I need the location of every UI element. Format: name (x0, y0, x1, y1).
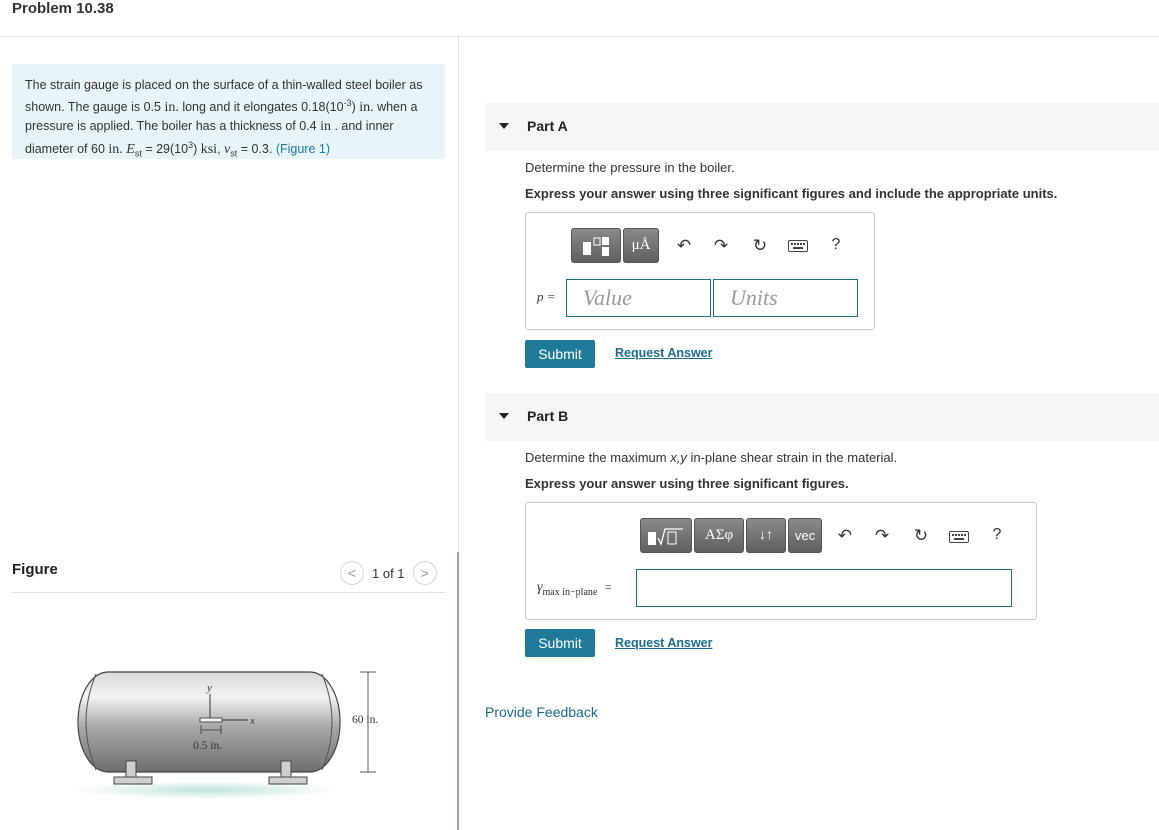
keyboard-icon[interactable] (787, 237, 809, 257)
value-input[interactable]: Value (566, 279, 711, 317)
units-input[interactable]: Units (713, 279, 858, 317)
help-icon[interactable]: ? (986, 526, 1008, 544)
x-axis-label: x (249, 715, 255, 727)
part-a-submit-button[interactable]: Submit (525, 340, 595, 368)
problem-statement: The strain gauge is placed on the surfac… (12, 64, 445, 159)
redo-icon[interactable]: ↷ (710, 236, 732, 256)
part-a-question: Determine the pressure in the boiler. (525, 160, 735, 175)
reset-icon[interactable]: ↻ (910, 526, 932, 546)
sqrt-template-icon (648, 527, 683, 546)
vector-button[interactable]: vec (788, 518, 822, 553)
boiler-figure: y x 0.5 in. 60 in. (71, 671, 378, 799)
keyboard-icon[interactable] (948, 528, 970, 548)
figure-divider (12, 592, 445, 593)
problem-title: Problem 10.38 (12, 0, 114, 17)
part-b-instruction: Express your answer using three signific… (525, 476, 849, 491)
part-a-request-answer-link[interactable]: Request Answer (615, 346, 712, 360)
part-a-variable-label: p = (537, 289, 556, 304)
templates-button[interactable] (571, 228, 621, 263)
shear-strain-input[interactable] (636, 569, 1012, 607)
figure-pager-count: 1 of 1 (372, 565, 405, 581)
strain-gauge (199, 717, 223, 723)
part-b-toolbar: ΑΣφ ↓↑ vec (640, 518, 822, 553)
figure-heading: Figure (12, 561, 58, 578)
help-icon[interactable]: ? (825, 236, 847, 254)
part-b-submit-button[interactable]: Submit (525, 629, 595, 657)
reset-icon[interactable]: ↻ (749, 236, 771, 256)
gauge-length-label: 0.5 in. (193, 740, 222, 752)
figure-pager: < 1 of 1 > (340, 561, 437, 585)
panel-resize-handle[interactable] (457, 552, 459, 830)
greek-symbols-button[interactable]: ΑΣφ (694, 518, 744, 553)
undo-icon[interactable]: ↶ (834, 526, 856, 546)
fraction-template-icon (583, 236, 609, 256)
part-a-toolbar: μÅ (571, 228, 659, 263)
next-figure-button[interactable]: > (412, 561, 437, 585)
part-b-header[interactable]: Part B (485, 393, 1159, 441)
figure-link[interactable]: (Figure 1) (276, 142, 330, 156)
collapse-triangle-icon[interactable] (499, 413, 509, 419)
y-axis-label: y (206, 682, 212, 694)
diameter-label: 60 in. (352, 714, 378, 726)
units-button[interactable]: μÅ (623, 228, 659, 263)
subscript-superscript-button[interactable]: ↓↑ (746, 518, 786, 553)
part-b-question: Determine the maximum x,y in-plane shear… (525, 450, 898, 465)
templates-button[interactable] (640, 518, 692, 553)
redo-icon[interactable]: ↷ (871, 526, 893, 546)
undo-icon[interactable]: ↶ (673, 236, 695, 256)
prev-figure-button[interactable]: < (340, 561, 364, 585)
header-divider (0, 36, 1159, 37)
provide-feedback-link[interactable]: Provide Feedback (485, 704, 598, 720)
part-a-header[interactable]: Part A (485, 103, 1159, 151)
collapse-triangle-icon[interactable] (499, 123, 509, 129)
part-b-request-answer-link[interactable]: Request Answer (615, 636, 712, 650)
part-a-instruction: Express your answer using three signific… (525, 186, 1058, 201)
part-b-variable-label: γmax in−plane = (537, 580, 612, 598)
